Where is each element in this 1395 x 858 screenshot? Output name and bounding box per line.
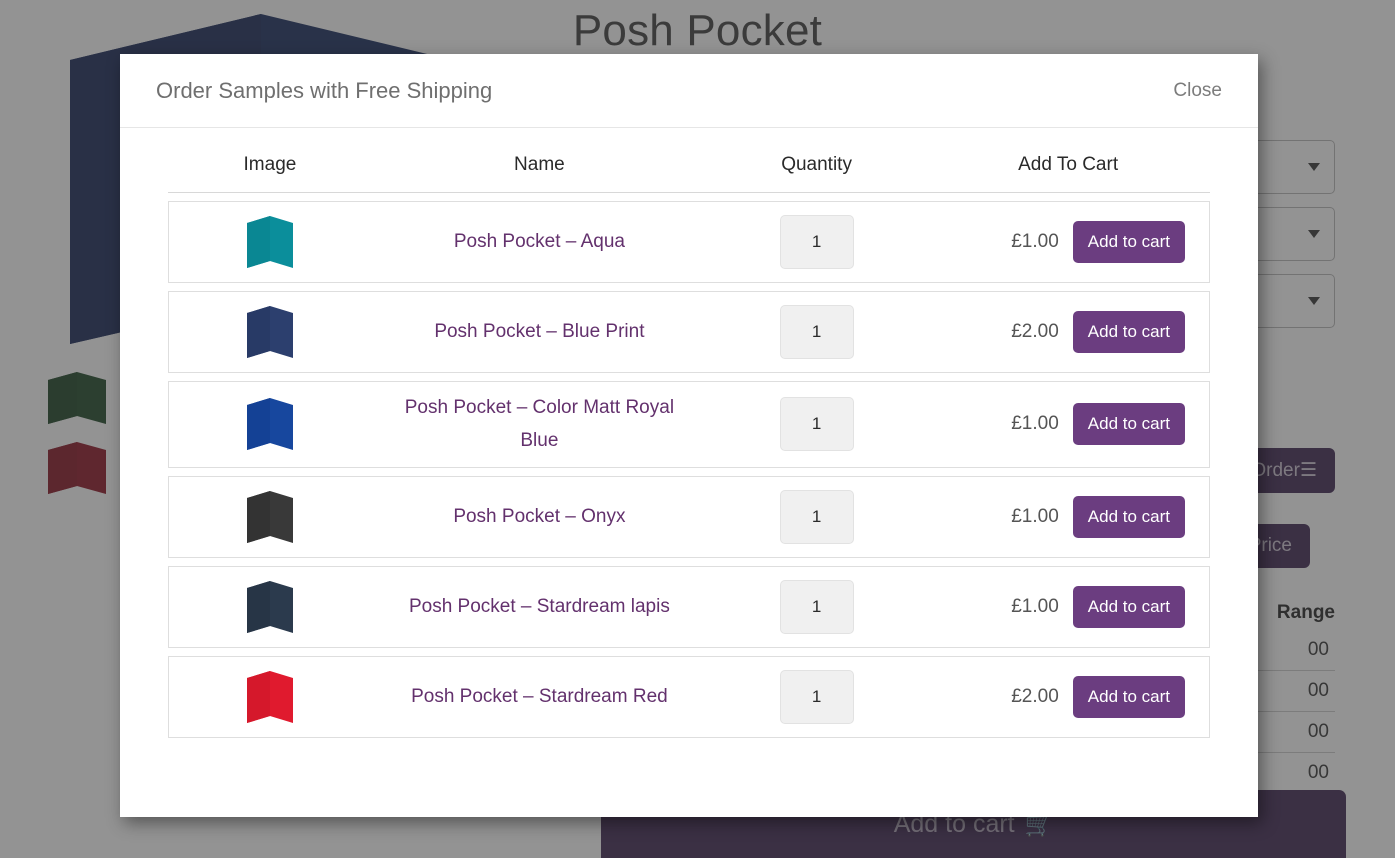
product-name-link[interactable]: Posh Pocket – Color Matt Royal Blue — [372, 391, 707, 458]
posh-pocket-blue-print-thumbnail — [247, 306, 294, 358]
product-name-cell: Posh Pocket – Stardream lapis — [371, 565, 707, 648]
posh-pocket-onyx-thumbnail — [247, 490, 294, 543]
order-samples-modal: Order Samples with Free Shipping Close I… — [120, 54, 1258, 817]
product-price: £2.00 — [1011, 321, 1059, 342]
product-image-cell — [168, 475, 372, 558]
product-name-link[interactable]: Posh Pocket – Stardream lapis — [372, 590, 707, 623]
product-add-to-cart-cell: £1.00 Add to cart — [926, 381, 1210, 468]
table-row: Posh Pocket – Blue Print £2.00 Add to ca… — [168, 291, 1210, 373]
column-header-name: Name — [371, 136, 707, 193]
samples-table-body: Posh Pocket – Aqua £1.00 Add to cart — [168, 201, 1210, 738]
samples-table: Image Name Quantity Add To Cart Posh Poc… — [168, 128, 1210, 746]
product-add-to-cart-cell: £1.00 Add to cart — [926, 201, 1210, 283]
quantity-input[interactable] — [779, 579, 854, 634]
quantity-input[interactable] — [779, 489, 854, 544]
product-price: £1.00 — [1011, 505, 1059, 527]
column-header-quantity: Quantity — [706, 136, 927, 193]
samples-table-head: Image Name Quantity Add To Cart — [168, 136, 1210, 193]
quantity-input[interactable] — [779, 215, 854, 269]
product-name-link[interactable]: Posh Pocket – Blue Print — [372, 315, 707, 348]
modal-header: Order Samples with Free Shipping Close — [120, 54, 1258, 128]
table-row: Posh Pocket – Stardream lapis £1.00 Add … — [168, 565, 1210, 648]
product-name-cell: Posh Pocket – Color Matt Royal Blue — [371, 381, 707, 468]
close-button[interactable]: Close — [1173, 80, 1222, 102]
product-add-to-cart-cell: £2.00 Add to cart — [926, 291, 1210, 373]
column-header-image: Image — [168, 136, 372, 193]
product-image-cell — [168, 381, 372, 468]
add-to-cart-button[interactable]: Add to cart — [1072, 403, 1185, 446]
quantity-input[interactable] — [779, 669, 854, 724]
table-row: Posh Pocket – Onyx £1.00 Add to cart — [168, 475, 1210, 558]
posh-pocket-stardream-lapis-thumbnail — [247, 580, 294, 633]
modal-title: Order Samples with Free Shipping — [156, 77, 493, 103]
modal-body: Image Name Quantity Add To Cart Posh Poc… — [120, 128, 1258, 817]
product-quantity-cell — [706, 291, 927, 373]
posh-pocket-stardream-red-thumbnail — [247, 670, 294, 723]
product-quantity-cell — [706, 475, 927, 558]
product-price: £2.00 — [1011, 685, 1059, 707]
add-to-cart-button[interactable]: Add to cart — [1072, 585, 1185, 628]
product-price: £1.00 — [1011, 413, 1059, 435]
product-quantity-cell — [706, 565, 927, 648]
quantity-input[interactable] — [779, 305, 854, 359]
product-image-cell — [168, 565, 372, 648]
product-name-cell: Posh Pocket – Stardream Red — [371, 655, 707, 738]
add-to-cart-button[interactable]: Add to cart — [1072, 221, 1185, 263]
product-name-link[interactable]: Posh Pocket – Aqua — [372, 225, 707, 258]
product-name-link[interactable]: Posh Pocket – Stardream Red — [372, 680, 707, 713]
product-image-cell — [168, 291, 372, 373]
product-name-cell: Posh Pocket – Blue Print — [371, 291, 707, 373]
product-quantity-cell — [706, 201, 927, 283]
product-page: Posh Pocket — [0, 0, 1395, 858]
product-add-to-cart-cell: £1.00 Add to cart — [926, 475, 1210, 558]
add-to-cart-button[interactable]: Add to cart — [1072, 495, 1185, 538]
product-name-cell: Posh Pocket – Aqua — [371, 201, 707, 283]
add-to-cart-button[interactable]: Add to cart — [1072, 675, 1185, 718]
product-quantity-cell — [706, 381, 927, 468]
product-price: £1.00 — [1011, 231, 1059, 252]
table-row: Posh Pocket – Aqua £1.00 Add to cart — [168, 201, 1210, 283]
add-to-cart-button[interactable]: Add to cart — [1072, 311, 1185, 353]
table-row: Posh Pocket – Color Matt Royal Blue £1.0… — [168, 381, 1210, 468]
product-name-link[interactable]: Posh Pocket – Onyx — [372, 500, 707, 533]
posh-pocket-color-matt-royal-blue-thumbnail — [247, 398, 294, 451]
posh-pocket-aqua-thumbnail — [247, 216, 294, 268]
quantity-input[interactable] — [779, 397, 854, 452]
product-image-cell — [168, 655, 372, 738]
product-add-to-cart-cell: £1.00 Add to cart — [926, 565, 1210, 648]
product-price: £1.00 — [1011, 595, 1059, 617]
product-add-to-cart-cell: £2.00 Add to cart — [926, 655, 1210, 738]
samples-table-header-row: Image Name Quantity Add To Cart — [168, 136, 1210, 193]
column-header-add-to-cart: Add To Cart — [926, 136, 1210, 193]
product-quantity-cell — [706, 655, 927, 738]
product-name-cell: Posh Pocket – Onyx — [371, 475, 707, 558]
table-row: Posh Pocket – Stardream Red £2.00 Add to… — [168, 655, 1210, 738]
product-image-cell — [168, 201, 372, 283]
